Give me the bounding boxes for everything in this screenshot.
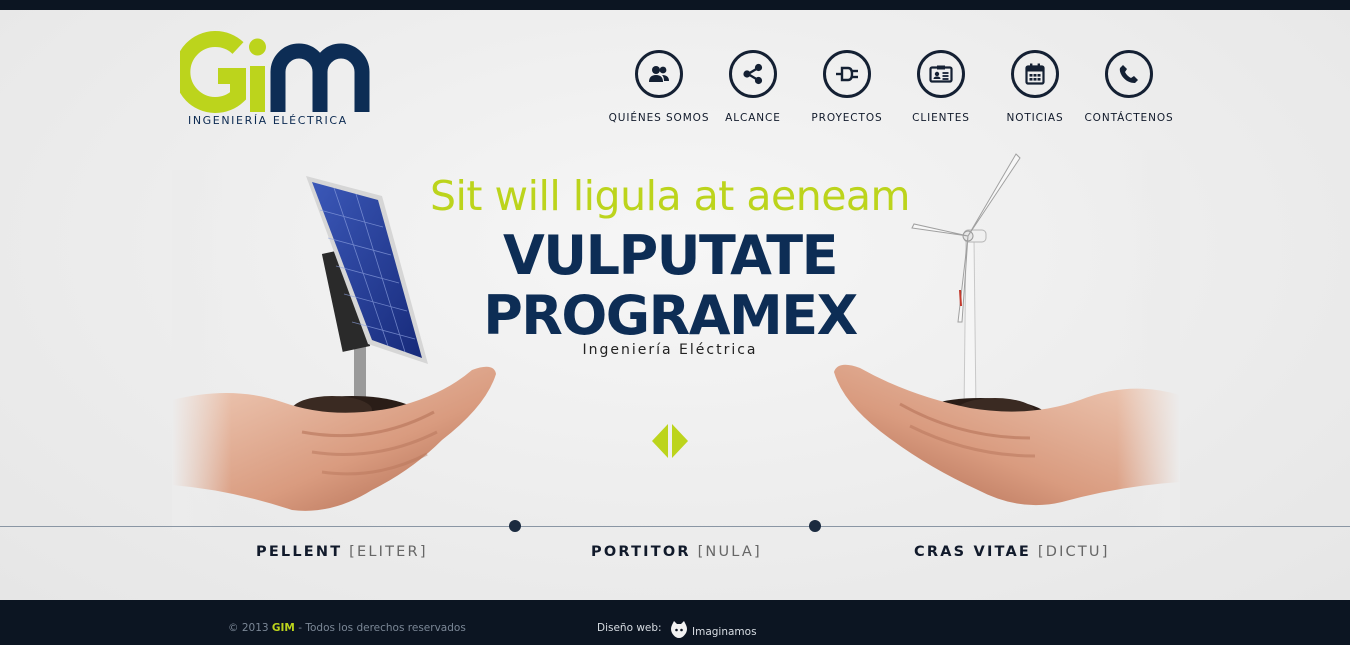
logo-subtitle: INGENIERÍA ELÉCTRICA — [188, 114, 348, 127]
copyright-brand: GIM — [271, 622, 295, 634]
imaginamos-logo-icon[interactable] — [669, 619, 689, 639]
hero-kicker: Sit will ligula at aeneam — [430, 172, 910, 220]
calendar-icon — [1025, 63, 1045, 85]
copyright-suffix: - Todos los derechos reservados — [298, 622, 466, 634]
slider-next-arrow-icon[interactable] — [672, 424, 688, 458]
nav-icon-circle — [1105, 50, 1153, 98]
copyright-text: © 2013 GIM - Todos los derechos reservad… — [228, 622, 466, 634]
feature-title: PORTITOR — [591, 544, 691, 560]
footer: © 2013 GIM - Todos los derechos reservad… — [0, 600, 1350, 645]
nav-item-noticias[interactable]: NOTICIAS — [988, 48, 1082, 132]
nav-icon-circle — [635, 50, 683, 98]
nav-icon-circle — [1011, 50, 1059, 98]
nav-item-alcance[interactable]: ALCANCE — [706, 48, 800, 132]
design-credit-link[interactable]: Imaginamos — [692, 626, 757, 638]
feature-link-2[interactable]: PORTITOR [NULA] — [591, 544, 762, 560]
phone-icon — [1119, 65, 1138, 83]
main-nav: QUIÉNES SOMOS ALCANCE PROYECTOS CLIENTES… — [609, 48, 1180, 132]
users-icon — [649, 66, 669, 82]
nav-icon-circle — [917, 50, 965, 98]
hero-title-line-1: VULPUTATE — [503, 224, 838, 287]
design-label: Diseño web: — [597, 622, 662, 634]
nav-item-contactenos[interactable]: CONTÁCTENOS — [1082, 48, 1176, 132]
feature-link-1[interactable]: PELLENT [ELITER] — [256, 544, 428, 560]
divider-dot — [809, 520, 821, 532]
nav-label: CONTÁCTENOS — [1084, 112, 1174, 124]
id-card-icon — [929, 65, 953, 83]
hero-title-line-2: PROGRAMEX — [483, 284, 858, 347]
share-icon — [743, 63, 763, 85]
copyright-prefix: © 2013 — [228, 622, 269, 634]
feature-title: PELLENT — [256, 544, 343, 560]
feature-title: CRAS VITAE — [914, 544, 1032, 560]
nav-item-clientes[interactable]: CLIENTES — [894, 48, 988, 132]
nav-item-quienes-somos[interactable]: QUIÉNES SOMOS — [609, 48, 708, 132]
feature-link-3[interactable]: CRAS VITAE [DICTU] — [914, 544, 1110, 560]
nav-icon-circle — [729, 50, 777, 98]
feature-tag: [ELITER] — [349, 544, 428, 560]
plug-icon — [836, 66, 858, 82]
nav-icon-circle — [823, 50, 871, 98]
nav-item-proyectos[interactable]: PROYECTOS — [800, 48, 894, 132]
hero-subtitle: Ingeniería Eléctrica — [582, 342, 758, 358]
divider-dot — [509, 520, 521, 532]
feature-tag: [NULA] — [697, 544, 762, 560]
logo-mark — [180, 31, 370, 113]
slider-prev-arrow-icon[interactable] — [652, 424, 668, 458]
top-bar — [0, 0, 1350, 10]
site-logo[interactable]: INGENIERÍA ELÉCTRICA — [180, 30, 375, 130]
section-divider — [0, 526, 1350, 527]
slider-arrows[interactable] — [651, 422, 689, 460]
feature-tag: [DICTU] — [1037, 544, 1110, 560]
